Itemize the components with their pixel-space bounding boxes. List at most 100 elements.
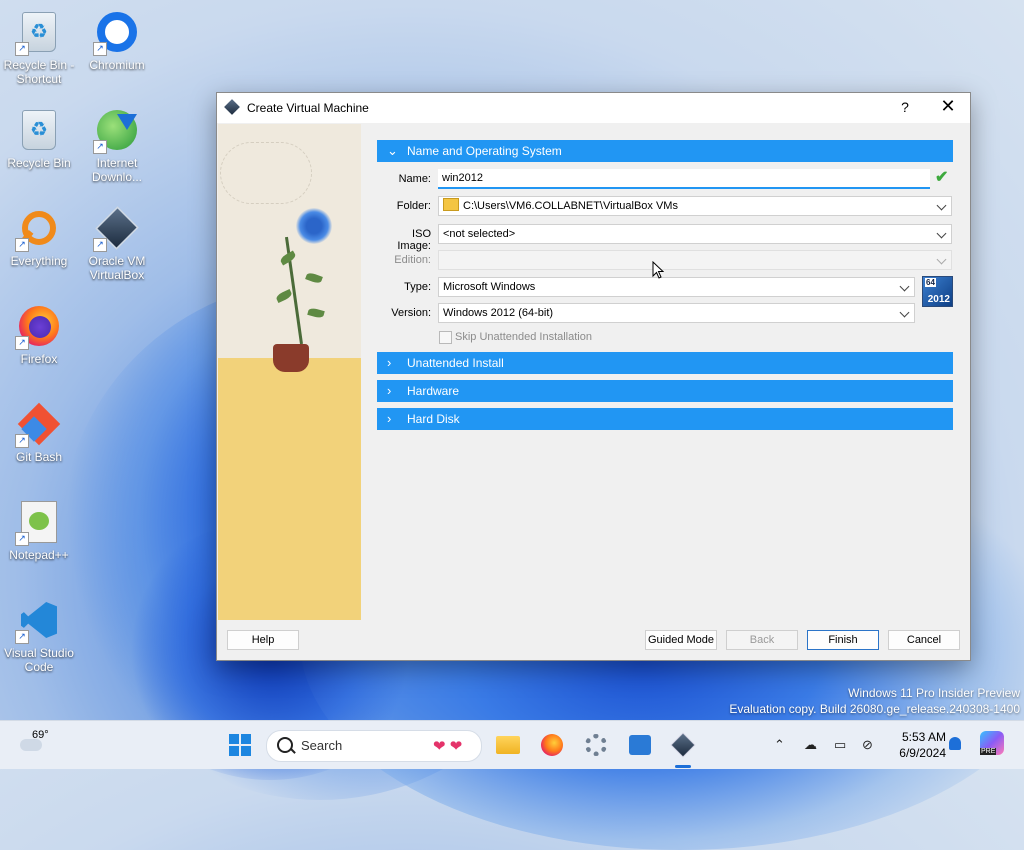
desktop-icon-recycle-bin[interactable]: ♻ Recycle Bin <box>0 108 78 170</box>
type-select[interactable]: Microsoft Windows <box>438 277 915 297</box>
virtualbox-icon <box>670 732 696 758</box>
wizard-illustration <box>218 124 361 620</box>
search-placeholder: Search <box>301 738 343 753</box>
name-label: Name: <box>398 173 431 185</box>
os-type-icon: 64 2012 <box>922 276 953 307</box>
desktop-icon-virtualbox[interactable]: ↗ Oracle VM VirtualBox <box>78 206 156 282</box>
skip-unattended-checkbox[interactable] <box>439 331 452 344</box>
copilot-preview-badge: PRE <box>980 748 997 755</box>
desktop-icon-chromium[interactable]: ↗ Chromium <box>78 10 156 72</box>
version-select[interactable]: Windows 2012 (64-bit) <box>438 303 915 323</box>
finish-button[interactable]: Finish <box>807 630 879 650</box>
desktop-icon-label: Everything <box>10 254 68 268</box>
copilot-icon[interactable]: PRE <box>980 731 1004 755</box>
cancel-button[interactable]: Cancel <box>888 630 960 650</box>
flower-pot-illustration <box>273 344 309 372</box>
firefox-icon: ↗ <box>15 304 61 350</box>
version-value: Windows 2012 (64-bit) <box>443 307 554 319</box>
section-hard-disk[interactable]: › Hard Disk <box>377 408 953 430</box>
recycle-bin-icon: ♻ <box>17 108 61 152</box>
taskbar: 69° Search ❤ ❤ ⌃ ☁ ▭ ⊘ 5:53 AM 6/9/2024 … <box>0 720 1024 769</box>
chevron-down-icon: ⌄ <box>387 143 398 158</box>
dialog-footer: Help Guided Mode Back Finish Cancel <box>217 621 970 660</box>
guided-mode-button[interactable]: Guided Mode <box>645 630 717 650</box>
close-icon[interactable]: ✕ <box>939 97 957 115</box>
desktop-icon-notepadpp[interactable]: ↗ Notepad++ <box>0 500 78 562</box>
taskbar-chat[interactable] <box>626 731 654 759</box>
desktop-icon-label: Recycle Bin - Shortcut <box>3 58 75 86</box>
network-disconnected-icon[interactable]: ⊘ <box>862 737 873 753</box>
search-highlight-icon: ❤ ❤ <box>433 738 463 755</box>
flower-illustration <box>296 208 332 244</box>
desktop-icon-git-bash[interactable]: ↗ Git Bash <box>0 402 78 464</box>
windows-logo-icon <box>229 734 251 756</box>
folder-value: C:\Users\VM6.COLLABNET\VirtualBox VMs <box>463 200 678 212</box>
virtualbox-icon: ↗ <box>93 206 139 252</box>
section-label: Hard Disk <box>407 412 460 426</box>
taskbar-virtualbox[interactable] <box>669 731 697 759</box>
folder-select[interactable]: C:\Users\VM6.COLLABNET\VirtualBox VMs <box>438 196 952 216</box>
section-label: Unattended Install <box>407 356 504 370</box>
section-hardware[interactable]: › Hardware <box>377 380 953 402</box>
taskbar-search-box[interactable]: Search ❤ ❤ <box>266 730 482 762</box>
chevron-down-icon <box>936 254 947 265</box>
section-label: Name and Operating System <box>407 144 562 158</box>
desktop-icon-label: Oracle VM VirtualBox <box>88 254 146 282</box>
desktop-icon-everything[interactable]: ↗ Everything <box>0 206 78 268</box>
taskbar-firefox[interactable] <box>538 731 566 759</box>
chevron-down-icon <box>936 228 947 239</box>
section-unattended-install[interactable]: › Unattended Install <box>377 352 953 374</box>
virtualbox-icon <box>224 99 240 115</box>
desktop-icon-firefox[interactable]: ↗ Firefox <box>0 304 78 366</box>
skip-unattended-label: Skip Unattended Installation <box>455 331 592 343</box>
iso-image-label: ISO Image: <box>397 228 431 252</box>
display-icon[interactable]: ▭ <box>834 737 846 753</box>
back-button[interactable]: Back <box>726 630 798 650</box>
mouse-cursor-icon <box>652 261 664 279</box>
desktop-icon-internet-download-manager[interactable]: ↗ Internet Downlo... <box>78 108 156 184</box>
desktop-icon-recycle-bin-shortcut[interactable]: ♻ ↗ Recycle Bin - Shortcut <box>0 10 78 86</box>
file-explorer-icon <box>496 736 520 754</box>
section-label: Hardware <box>407 384 460 398</box>
chat-icon <box>629 735 651 755</box>
dialog-titlebar[interactable]: Create Virtual Machine ? ✕ <box>217 93 970 123</box>
chevron-down-icon <box>936 200 947 211</box>
edition-label: Edition: <box>394 254 431 266</box>
chevron-down-icon <box>899 281 910 292</box>
chevron-down-icon <box>899 307 910 318</box>
valid-checkmark-icon: ✔ <box>935 169 949 186</box>
firefox-icon <box>541 734 563 756</box>
type-label: Type: <box>404 281 431 293</box>
desktop-icon-label: Visual Studio Code <box>4 646 74 674</box>
desktop-icon-label: Git Bash <box>15 450 63 464</box>
help-button[interactable]: Help <box>227 630 299 650</box>
clock-time: 5:53 AM <box>901 730 946 744</box>
desktop-icon-label: Chromium <box>89 58 145 72</box>
chevron-up-icon[interactable]: ⌃ <box>774 737 785 753</box>
dialog-title: Create Virtual Machine <box>247 101 369 115</box>
desktop-icon-label: Notepad++ <box>9 548 69 562</box>
weather-widget[interactable]: 69° <box>20 729 60 751</box>
chromium-icon: ↗ <box>93 10 139 56</box>
iso-image-select[interactable]: <not selected> <box>438 224 952 244</box>
desktop-icon-label: Firefox <box>20 352 58 366</box>
vscode-icon: ↗ <box>15 598 61 644</box>
windows-watermark-build: Evaluation copy. Build 26080.ge_release.… <box>729 702 1020 716</box>
name-field[interactable]: win2012 <box>438 169 930 189</box>
taskbar-file-explorer[interactable] <box>494 731 522 759</box>
recycle-bin-icon: ♻ ↗ <box>15 10 61 56</box>
taskbar-settings[interactable] <box>582 731 610 759</box>
internet-download-manager-icon: ↗ <box>93 108 139 154</box>
section-name-and-os[interactable]: ⌄ Name and Operating System <box>377 140 953 162</box>
folder-icon <box>443 198 459 211</box>
onedrive-offline-icon[interactable]: ☁ <box>804 737 817 753</box>
taskbar-clock[interactable]: 5:53 AM 6/9/2024 <box>888 729 946 761</box>
notification-bell-icon[interactable] <box>949 737 961 750</box>
start-button[interactable] <box>226 731 254 759</box>
desktop-icon-vscode[interactable]: ↗ Visual Studio Code <box>0 598 78 674</box>
help-icon[interactable]: ? <box>897 99 913 115</box>
weather-temperature: 69° <box>32 729 49 741</box>
edition-select <box>438 250 952 270</box>
desktop-icon-label: Internet Downlo... <box>91 156 143 184</box>
everything-search-icon: ↗ <box>15 206 61 252</box>
